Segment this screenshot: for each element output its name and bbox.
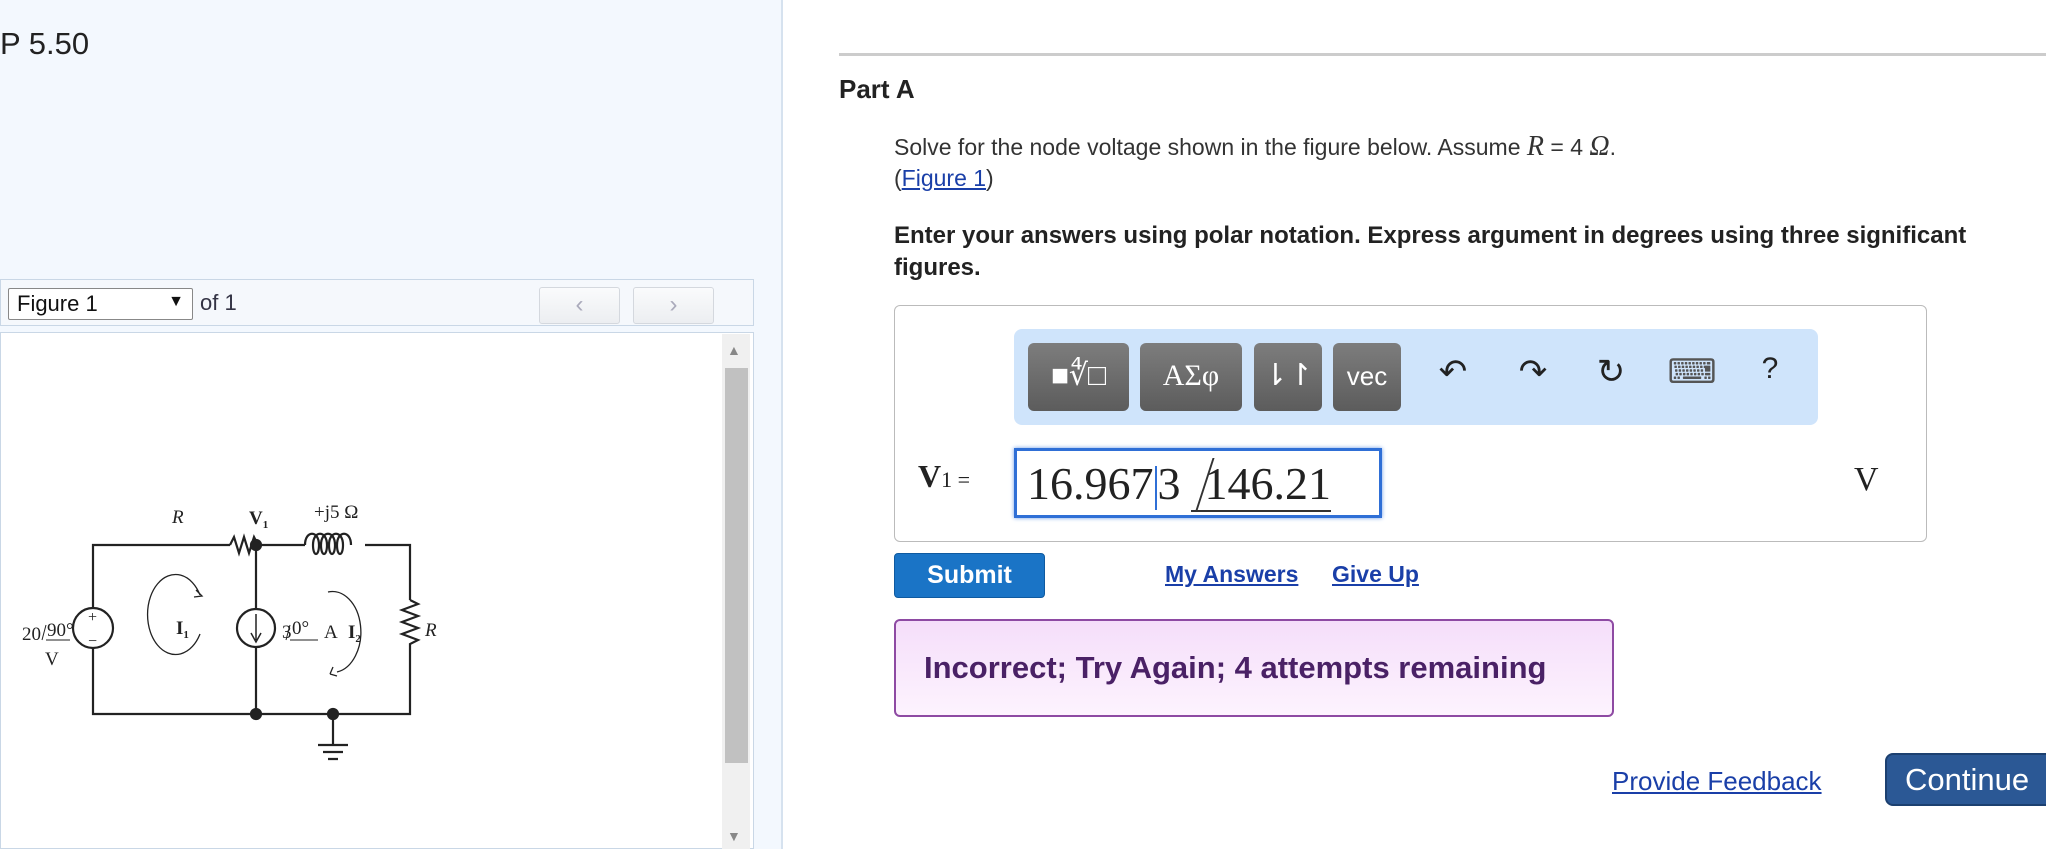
source-unit: V bbox=[45, 649, 59, 670]
answer-unit: V bbox=[1854, 461, 1879, 498]
minus-sign: − bbox=[88, 633, 97, 650]
resistor-right bbox=[398, 599, 422, 660]
source-angle: 90° bbox=[47, 620, 74, 641]
templates-button[interactable]: ■∜□ bbox=[1028, 343, 1129, 411]
wires bbox=[91, 543, 412, 761]
instructions: Enter your answers using polar notation.… bbox=[894, 222, 1967, 281]
inductor bbox=[303, 532, 353, 556]
mesh1-label: I1 bbox=[176, 618, 189, 641]
current-magnitude: 3 bbox=[282, 622, 292, 643]
mesh1-arrow bbox=[146, 573, 201, 656]
redo-icon[interactable]: ↷ bbox=[1508, 352, 1558, 392]
inductor-label: +j5 Ω bbox=[314, 502, 358, 523]
mesh2-label: I2 bbox=[348, 622, 361, 645]
figure-reference: (Figure 1) bbox=[894, 165, 994, 191]
ground-icon bbox=[318, 714, 348, 761]
keyboard-icon[interactable]: ⌨ bbox=[1667, 352, 1717, 392]
node-label: V1 bbox=[249, 508, 268, 531]
current-unit: A bbox=[324, 622, 338, 643]
angle-field[interactable]: 146.21 bbox=[1190, 457, 1331, 512]
resistor-right-label: R bbox=[424, 620, 437, 641]
question-text: Solve for the node voltage shown in the … bbox=[894, 131, 1617, 162]
answer-label: V1 = bbox=[918, 458, 971, 494]
source-magnitude: 20 bbox=[22, 624, 41, 645]
greek-symbols-button[interactable]: ΑΣφ bbox=[1140, 343, 1242, 411]
undo-icon[interactable]: ↶ bbox=[1428, 352, 1478, 392]
vector-button[interactable]: vec bbox=[1333, 343, 1401, 411]
continue-button[interactable]: Continue bbox=[1885, 753, 2046, 806]
subscript-superscript-button[interactable]: ⇂↾ bbox=[1254, 343, 1322, 411]
resistor-top-label: R bbox=[171, 507, 184, 528]
help-icon[interactable]: ? bbox=[1745, 352, 1795, 386]
give-up-link[interactable]: Give Up bbox=[1332, 561, 1419, 588]
answer-input[interactable]: 16.9673 146.21 bbox=[1014, 448, 1382, 518]
reset-icon[interactable]: ↻ bbox=[1586, 352, 1636, 392]
provide-feedback-link[interactable]: Provide Feedback bbox=[1612, 766, 1822, 797]
my-answers-link[interactable]: My Answers bbox=[1165, 561, 1298, 588]
feedback-message: Incorrect; Try Again; 4 attempts remaini… bbox=[894, 619, 1614, 717]
part-label: Part A bbox=[839, 74, 915, 104]
circuit-diagram: 20 90° V + − R V1 +j5 Ω I1 3 0° A I2 R bbox=[22, 502, 437, 761]
figure-link[interactable]: Figure 1 bbox=[902, 165, 986, 191]
divider bbox=[839, 53, 2046, 56]
text-caret bbox=[1154, 466, 1157, 511]
submit-button[interactable]: Submit bbox=[894, 553, 1045, 598]
plus-sign: + bbox=[88, 609, 97, 626]
current-angle: 0° bbox=[292, 618, 309, 639]
